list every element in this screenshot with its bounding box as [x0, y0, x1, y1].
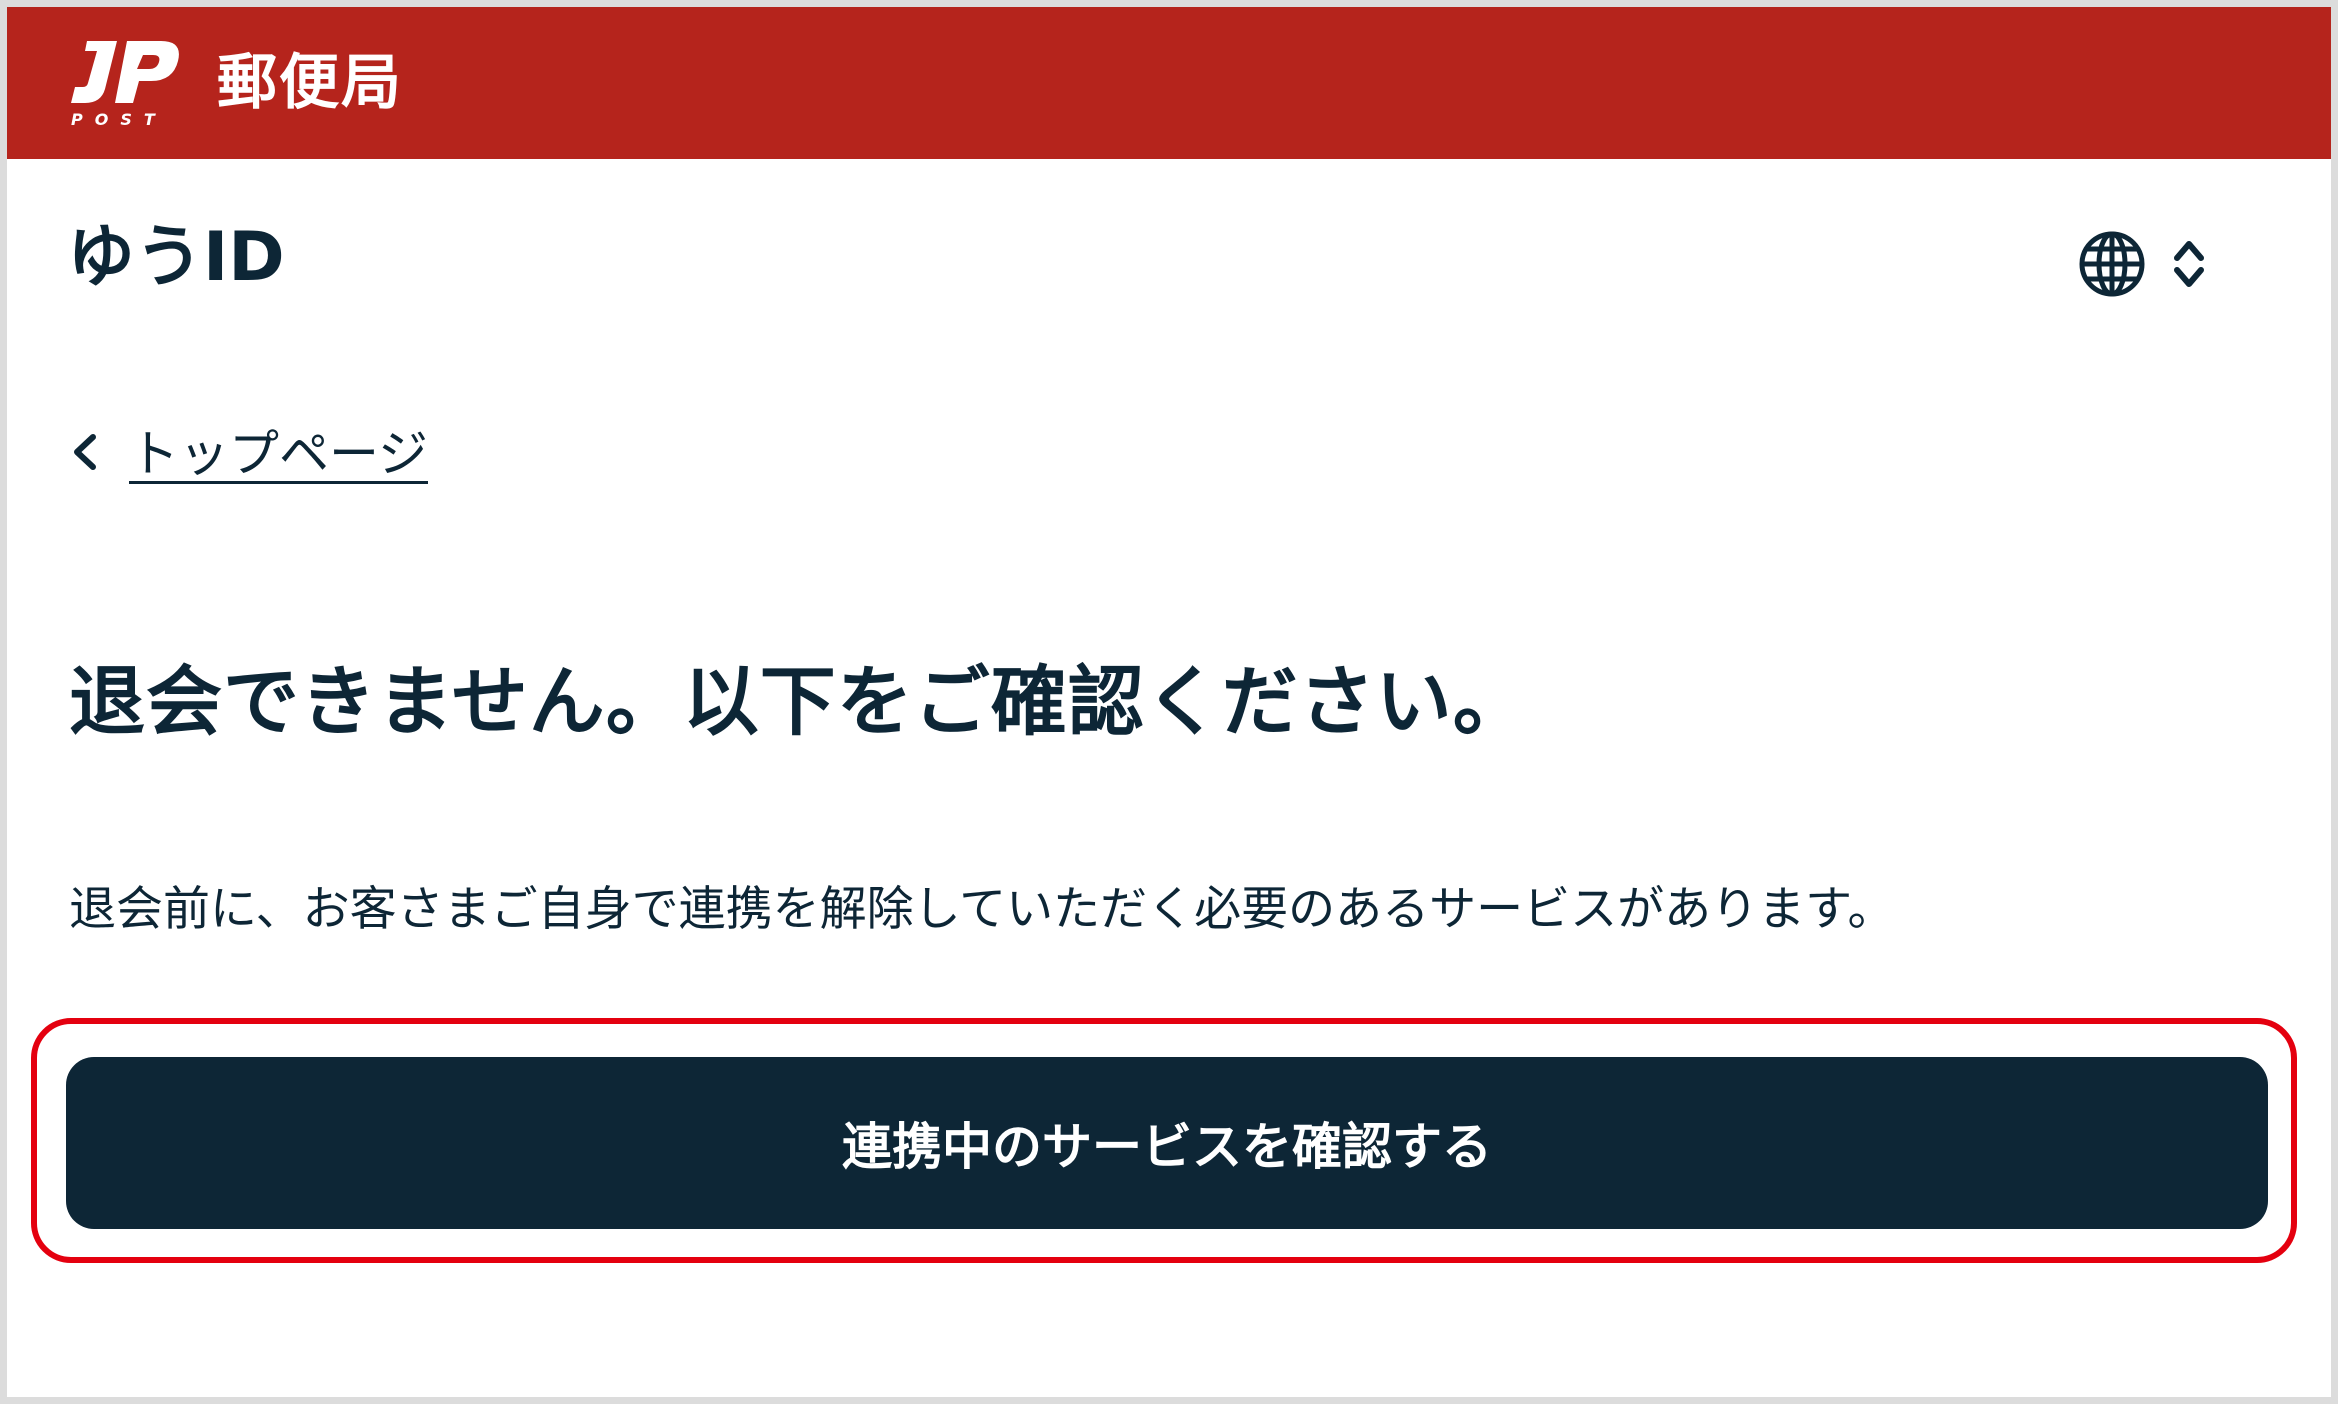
- chevron-left-icon: [69, 427, 99, 481]
- breadcrumb-back-link[interactable]: トップページ: [69, 419, 428, 489]
- page-frame: POST 郵便局 ゆうID トップページ 退会できません。以下をご確認ください。…: [7, 7, 2331, 1397]
- language-switcher[interactable]: [2077, 221, 2227, 311]
- jp-post-logo-icon[interactable]: POST: [65, 37, 195, 129]
- breadcrumb-label: トップページ: [129, 425, 428, 483]
- globe-icon: [2077, 229, 2147, 303]
- check-linked-services-button[interactable]: 連携中のサービスを確認する: [66, 1057, 2268, 1229]
- app-title: ゆうID: [67, 218, 285, 297]
- logo-post-text: POST: [71, 110, 167, 129]
- brand-name: 郵便局: [217, 48, 403, 118]
- chevron-up-down-icon: [2169, 234, 2209, 298]
- page-title: 退会できません。以下をご確認ください。: [69, 657, 1530, 746]
- description-text: 退会前に、お客さまご自身で連携を解除していただく必要のあるサービスがあります。: [69, 882, 1895, 937]
- site-header: POST 郵便局: [7, 7, 2331, 159]
